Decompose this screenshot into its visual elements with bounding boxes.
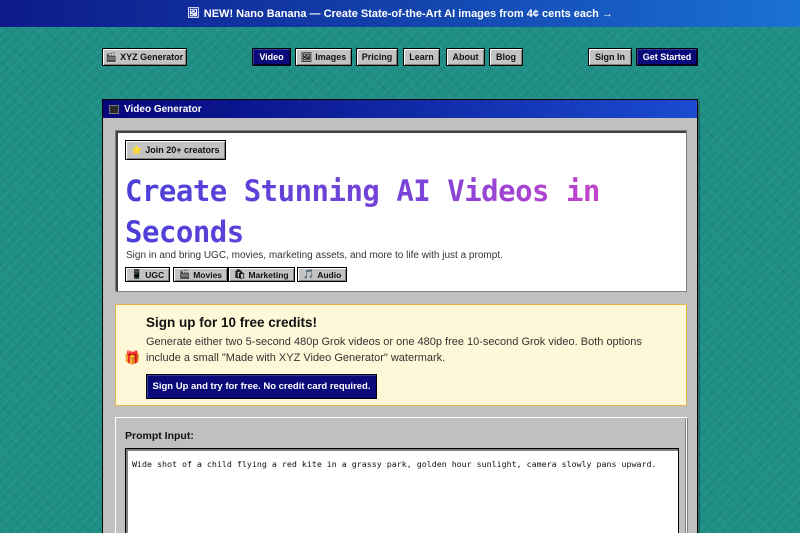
clapperboard-icon: 🎬 [179, 269, 191, 279]
nav-about[interactable]: About [446, 48, 485, 66]
get-started-label: Get Started [642, 52, 692, 62]
promo-banner[interactable]: 🖼 NEW! Nano Banana — Create State-of-the… [0, 0, 800, 27]
nav-learn-label: Learn [409, 52, 434, 62]
hero-panel: ⭐ Join 20+ creators Create Stunning AI V… [115, 130, 687, 292]
tag-marketing[interactable]: 🛍 Marketing [228, 267, 295, 282]
credits-title: Sign up for 10 free credits! [146, 315, 318, 330]
sign-in-label: Sign In [595, 52, 625, 62]
prompt-textarea[interactable]: Wide shot of a child flying a red kite i… [125, 448, 679, 533]
clapperboard-icon: 🎬 [105, 51, 118, 62]
join-creators-badge[interactable]: ⭐ Join 20+ creators [125, 140, 226, 160]
tag-marketing-label: Marketing [248, 269, 289, 280]
image-icon: 🖼 [187, 8, 200, 19]
tag-movies-label: Movies [193, 269, 223, 280]
prompt-panel: Prompt Input: Wide shot of a child flyin… [115, 417, 687, 533]
nav-pricing[interactable]: Pricing [356, 48, 398, 66]
tag-movies[interactable]: 🎬 Movies [173, 267, 229, 282]
nav-blog[interactable]: Blog [489, 48, 523, 66]
hero-headline: Create Stunning AI Videos in Seconds [125, 171, 645, 253]
window-title: Video Generator [124, 103, 202, 115]
nav-images-label: Images [315, 52, 347, 62]
shopping-bag-icon: 🛍 [234, 269, 246, 279]
nav-learn[interactable]: Learn [403, 48, 440, 66]
hero-subtitle: Sign in and bring UGC, movies, marketing… [126, 250, 503, 261]
logo-label: XYZ Generator [120, 52, 184, 62]
nav-blog-label: Blog [496, 52, 516, 62]
music-note-icon: 🎵 [303, 269, 315, 279]
window-icon [109, 104, 119, 114]
tag-audio-label: Audio [317, 269, 342, 280]
nav-images[interactable]: 🖼 Images [295, 48, 352, 66]
logo-button[interactable]: 🎬 XYZ Generator [102, 48, 187, 66]
video-generator-window: Video Generator ⭐ Join 20+ creators Crea… [102, 99, 698, 533]
phone-icon: 📱 [131, 269, 143, 279]
tag-audio[interactable]: 🎵 Audio [297, 267, 348, 282]
tag-ugc[interactable]: 📱 UGC [125, 267, 171, 282]
promo-text: NEW! Nano Banana — Create State-of-the-A… [203, 7, 613, 20]
gift-icon: 🎁 [124, 350, 141, 365]
nav-about-label: About [452, 52, 479, 62]
nav-pricing-label: Pricing [361, 52, 393, 62]
nav-video[interactable]: Video [252, 48, 291, 66]
prompt-label: Prompt Input: [125, 430, 194, 442]
image-icon: 🖼 [300, 51, 313, 62]
credits-description: Generate either two 5-second 480p Grok v… [146, 336, 642, 364]
sign-up-button[interactable]: Sign Up and try for free. No credit card… [146, 374, 377, 399]
join-creators-label: Join 20+ creators [145, 145, 220, 155]
free-credits-panel: 🎁 Sign up for 10 free credits! Generate … [115, 304, 687, 406]
get-started-button[interactable]: Get Started [636, 48, 698, 66]
sign-in-button[interactable]: Sign In [588, 48, 632, 66]
star-icon: ⭐ [131, 144, 143, 155]
tag-ugc-label: UGC [145, 269, 165, 280]
window-titlebar: Video Generator [103, 100, 697, 118]
nav-video-label: Video [259, 52, 284, 62]
